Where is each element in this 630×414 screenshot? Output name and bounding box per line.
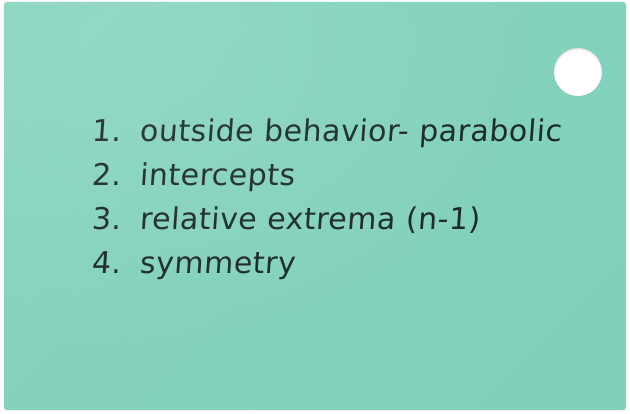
item-number: 1.	[90, 114, 123, 149]
item-number: 2.	[90, 158, 123, 193]
list-item: 4. symmetry	[90, 242, 564, 286]
index-card: 1. outside behavior- parabolic 2. intercep…	[4, 2, 626, 410]
punch-hole	[554, 48, 602, 96]
list-item: 3. relative extrema (n-1)	[90, 198, 564, 242]
notes-list: 1. outside behavior- parabolic 2. intercep…	[90, 110, 564, 286]
list-item: 1. outside behavior- parabolic	[90, 110, 564, 154]
item-text: relative extrema (n-1)	[138, 202, 483, 237]
item-number: 4.	[90, 246, 123, 281]
item-number: 3.	[90, 202, 123, 237]
item-text: symmetry	[138, 246, 298, 281]
item-text: intercepts	[138, 158, 297, 193]
item-text: outside behavior- parabolic	[138, 114, 564, 149]
list-item: 2. intercepts	[90, 154, 564, 198]
